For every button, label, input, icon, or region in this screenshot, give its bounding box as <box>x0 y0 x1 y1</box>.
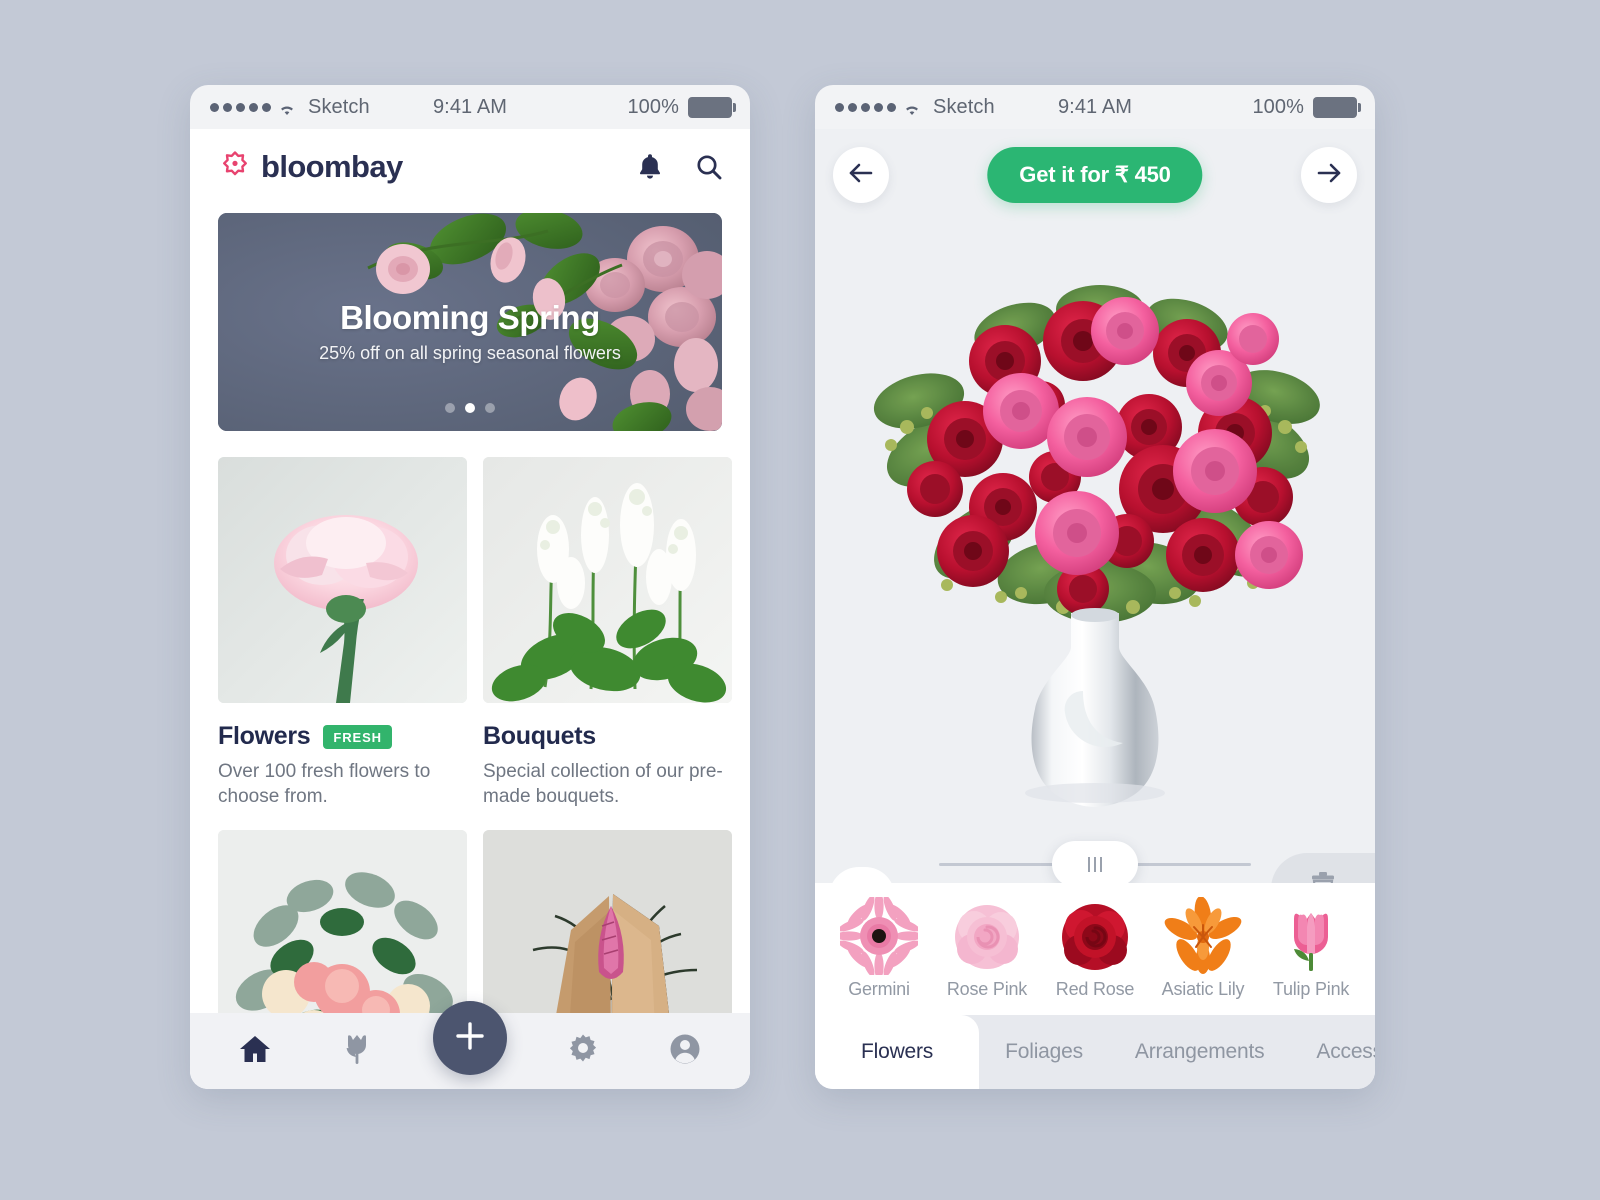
brand-name: bloombay <box>261 149 403 184</box>
product-header: Get it for ₹ 450 <box>815 129 1375 221</box>
status-right: 100% <box>1252 95 1361 119</box>
home-screen-body: bloombay Blooming Spring 25% off on all … <box>190 129 750 1089</box>
category-card-image <box>218 457 467 703</box>
carousel-dot-1[interactable] <box>445 403 455 413</box>
flower-option-rose-pink[interactable]: Rose Pink <box>935 897 1039 1000</box>
category-title: Bouquets <box>483 722 596 750</box>
tab-flowers[interactable]: Flowers <box>815 1015 980 1089</box>
home-icon <box>238 1033 272 1070</box>
flower-option-label: Germini <box>848 979 910 999</box>
tab-home[interactable] <box>229 1033 281 1070</box>
carousel-dot-3[interactable] <box>485 403 495 413</box>
flower-option-tulip-pink[interactable]: Tulip Pink <box>1259 897 1363 1000</box>
carousel-dot-2[interactable] <box>465 403 475 413</box>
tab-flowers[interactable] <box>331 1032 383 1071</box>
category-card-image <box>483 457 732 703</box>
category-tab-bar: Flowers Foliages Arrangements Accessorie… <box>815 1015 1375 1089</box>
add-button[interactable] <box>433 1001 507 1075</box>
category-card-heading: Bouquets <box>483 722 732 751</box>
flower-option-germini[interactable]: Germini <box>827 897 931 1000</box>
status-left: Sketch <box>210 96 370 119</box>
app-header: bloombay <box>190 129 750 205</box>
battery-percent-label: 100% <box>1252 95 1304 118</box>
canvas: Sketch 9:41 AM 100% bloombay Blooming Sp… <box>0 0 1600 1200</box>
carrier-label: Sketch <box>308 95 370 118</box>
flower-option-asiatic-lily[interactable]: Asiatic Lily <box>1151 897 1255 1000</box>
category-card-grid: Flowers FRESH Over 100 fresh flowers to … <box>190 457 750 1076</box>
tab-settings[interactable] <box>557 1033 609 1070</box>
status-bar: Sketch 9:41 AM 100% <box>815 85 1375 129</box>
flower-option-red-rose[interactable]: Red Rose <box>1043 897 1147 1000</box>
category-card-heading: Flowers FRESH <box>218 722 467 751</box>
tab-profile[interactable] <box>659 1033 711 1070</box>
category-card-bouquets[interactable]: Bouquets Special collection of our pre-m… <box>483 457 732 810</box>
product-screen-body: Get it for ₹ 450 Germini Rose Pink Red R… <box>815 129 1375 1089</box>
status-bar: Sketch 9:41 AM 100% <box>190 85 750 129</box>
flower-option-label: Red Rose <box>1055 979 1135 999</box>
gear-icon <box>567 1033 599 1070</box>
bloombay-flower-logo-icon <box>218 150 252 184</box>
flower-option-label: Asiatic Lily <box>1161 979 1245 999</box>
arrow-right-icon <box>1316 162 1342 189</box>
buy-button[interactable]: Get it for ₹ 450 <box>987 147 1203 203</box>
card-row-top: Flowers FRESH Over 100 fresh flowers to … <box>218 457 732 810</box>
brand-logo[interactable]: bloombay <box>218 149 403 185</box>
drag-handle-icon <box>1088 856 1102 872</box>
plus-icon <box>454 1020 486 1057</box>
status-left: Sketch <box>835 96 995 119</box>
status-badge: FRESH <box>323 724 392 749</box>
wifi-icon <box>903 100 921 115</box>
battery-full-icon <box>1313 96 1361 118</box>
product-hero[interactable] <box>815 221 1375 811</box>
battery-full-icon <box>688 96 736 118</box>
category-description: Over 100 fresh flowers to choose from. <box>218 761 431 808</box>
gerbera-pink-icon <box>840 897 918 975</box>
tab-accessories[interactable]: Accessories <box>1290 1015 1375 1089</box>
status-right: 100% <box>627 95 736 119</box>
tab-arrangements[interactable]: Arrangements <box>1109 1015 1291 1089</box>
wifi-icon <box>278 100 296 115</box>
tulip-icon <box>342 1032 372 1071</box>
phone-product-screen: Sketch 9:41 AM 100% Get it for ₹ 450 Ger… <box>815 85 1375 1089</box>
tulip-pink-icon <box>1272 897 1350 975</box>
slider-handle[interactable] <box>1052 841 1138 887</box>
category-title: Flowers <box>218 722 311 750</box>
carousel-dots[interactable] <box>218 403 722 413</box>
phone-home-screen: Sketch 9:41 AM 100% bloombay Blooming Sp… <box>190 85 750 1089</box>
promo-banner[interactable]: Blooming Spring 25% off on all spring se… <box>218 213 722 431</box>
lily-orange-icon <box>1164 897 1242 975</box>
flower-picker-strip: Germini Rose Pink Red Rose Asiatic Lily … <box>815 883 1375 1015</box>
bottom-tab-bar <box>190 1001 750 1089</box>
signal-dots-icon <box>210 102 271 112</box>
category-card-flowers[interactable]: Flowers FRESH Over 100 fresh flowers to … <box>218 457 467 810</box>
forward-button[interactable] <box>1301 147 1357 203</box>
flower-option-label: Rose Pink <box>946 979 1028 999</box>
flower-option-label: Tulip Pink <box>1272 979 1350 999</box>
rose-pink-icon <box>948 897 1026 975</box>
bell-icon[interactable] <box>636 152 664 182</box>
promo-banner-text: Blooming Spring 25% off on all spring se… <box>218 299 722 364</box>
user-circle-icon <box>669 1033 701 1070</box>
tab-foliages[interactable]: Foliages <box>979 1015 1109 1089</box>
promo-title: Blooming Spring <box>340 299 600 336</box>
rose-red-icon <box>1056 897 1134 975</box>
header-actions <box>636 152 724 182</box>
back-button[interactable] <box>833 147 889 203</box>
product-hero-image <box>815 221 1375 811</box>
search-icon[interactable] <box>694 152 724 182</box>
battery-percent-label: 100% <box>627 95 679 118</box>
signal-dots-icon <box>835 102 896 112</box>
arrow-left-icon <box>848 162 874 189</box>
promo-subtitle: 25% off on all spring seasonal flowers <box>319 343 621 363</box>
carrier-label: Sketch <box>933 95 995 118</box>
category-description: Special collection of our pre-made bouqu… <box>483 761 723 808</box>
